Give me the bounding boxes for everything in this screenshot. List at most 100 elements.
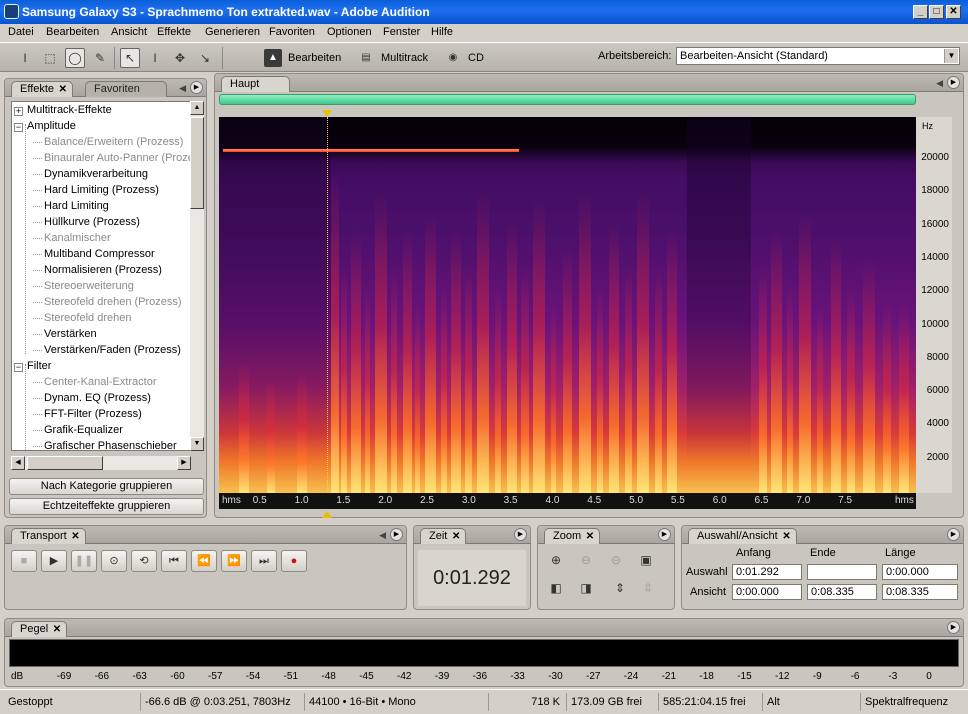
scroll-thumb[interactable] <box>190 117 204 209</box>
zoom-out-vertical-icon[interactable]: ⇳ <box>638 578 658 598</box>
tree-item[interactable]: Hüllkurve (Prozess) <box>33 214 140 230</box>
play-button[interactable]: ▶ <box>41 550 67 572</box>
overview-bar[interactable] <box>219 94 916 105</box>
panel-collapse-icon[interactable]: ◀ <box>379 530 386 541</box>
menu-effekte[interactable]: Effekte <box>157 25 191 40</box>
stop-button[interactable]: ■ <box>11 550 37 572</box>
close-icon[interactable]: ✕ <box>59 82 67 97</box>
close-icon[interactable]: ✕ <box>586 529 594 544</box>
panel-menu-icon[interactable]: ▶ <box>947 76 960 89</box>
effects-vscrollbar[interactable]: ▲ ▼ <box>190 101 204 451</box>
tree-item[interactable]: Kanalmischer <box>33 230 111 246</box>
go-to-end-button[interactable]: ⏭ <box>251 550 277 572</box>
panel-collapse-icon[interactable]: ◀ <box>936 78 943 89</box>
go-to-start-button[interactable]: ⏮ <box>161 550 187 572</box>
tree-item[interactable]: Dynamikverarbeitung <box>33 166 148 182</box>
panel-menu-icon[interactable]: ▶ <box>390 528 403 541</box>
close-button[interactable]: ✕ <box>946 5 961 19</box>
minimize-button[interactable]: _ <box>913 5 928 19</box>
tree-item[interactable]: Stereofeld drehen (Prozess) <box>33 294 182 310</box>
tab-pegel[interactable]: Pegel ✕ <box>11 621 68 637</box>
tree-item[interactable]: Grafik-Equalizer <box>33 422 123 438</box>
tree-item[interactable]: Hard Limiting <box>33 198 109 214</box>
tree-item[interactable]: Grafischer Phasenschieber <box>33 438 177 450</box>
lasso-tool-icon[interactable]: ◯ <box>65 48 85 68</box>
multitrack-view-button[interactable]: ▤ Multitrack <box>355 47 428 69</box>
tab-zoom[interactable]: Zoom ✕ <box>544 528 601 544</box>
menu-bearbeiten[interactable]: Bearbeiten <box>46 25 99 40</box>
tab-haupt[interactable]: Haupt <box>221 76 291 92</box>
menu-optionen[interactable]: Optionen <box>327 25 372 40</box>
group-realtime-button[interactable]: Echtzeiteffekte gruppieren <box>9 498 204 515</box>
panel-menu-icon[interactable]: ▶ <box>658 528 671 541</box>
tree-item[interactable]: Binauraler Auto-Panner (Prozess) <box>32 150 193 166</box>
close-icon[interactable]: ✕ <box>782 529 790 544</box>
group-by-category-button[interactable]: Nach Kategorie gruppieren <box>9 478 204 495</box>
tree-item[interactable]: FFT-Filter (Prozess) <box>33 406 142 422</box>
panel-menu-icon[interactable]: ▶ <box>514 528 527 541</box>
zoom-in-amplitude-icon[interactable]: ⊕ <box>546 550 566 570</box>
tree-item[interactable]: Verstärken/Faden (Prozess) <box>33 342 181 358</box>
menu-ansicht[interactable]: Ansicht <box>111 25 147 40</box>
view-start-field[interactable]: 0:00.000 <box>732 584 802 600</box>
close-icon[interactable]: ✕ <box>71 529 79 544</box>
tree-item[interactable]: Stereofeld drehen <box>32 310 131 326</box>
time-ruler[interactable]: hms hms 0.5 1.0 1.5 2.0 2.5 3.0 3.5 4.0 4.5 5.0 5.… <box>219 493 916 509</box>
menu-favoriten[interactable]: Favoriten <box>269 25 315 40</box>
menu-fenster[interactable]: Fenster <box>383 25 420 40</box>
scroll-right-icon[interactable]: ▶ <box>177 456 191 470</box>
playhead-marker-bottom[interactable] <box>322 511 333 518</box>
tree-category[interactable]: − Amplitude <box>14 118 76 134</box>
cursor-tool-icon[interactable]: I <box>145 48 165 68</box>
pause-button[interactable]: ❚❚ <box>71 550 97 572</box>
view-end-field[interactable]: 0:08.335 <box>807 584 877 600</box>
cd-view-button[interactable]: ◉ CD <box>442 47 484 69</box>
effects-brush-tool-icon[interactable]: ✎ <box>90 48 110 68</box>
marquee-tool-icon[interactable]: ⬚ <box>40 48 60 68</box>
menu-datei[interactable]: Datei <box>8 25 34 40</box>
tree-category[interactable]: − Filter <box>14 358 51 374</box>
tab-transport[interactable]: Transport ✕ <box>11 528 86 544</box>
scroll-up-icon[interactable]: ▲ <box>190 101 204 115</box>
tree-item[interactable]: Dynam. EQ (Prozess) <box>33 390 151 406</box>
play-to-end-button[interactable]: ⊙ <box>101 550 127 572</box>
tree-item[interactable]: Normalisieren (Prozess) <box>33 262 162 278</box>
tab-zeit[interactable]: Zeit ✕ <box>420 528 467 544</box>
hscroll-thumb[interactable] <box>27 456 103 470</box>
collapse-icon[interactable]: − <box>14 123 23 132</box>
effects-hscrollbar[interactable]: ◀ ▶ <box>11 456 191 470</box>
tree-item[interactable]: Center-Kanal-Extractor <box>33 374 157 390</box>
zoom-left-edge-icon[interactable]: ◧ <box>546 578 566 598</box>
zoom-selection-icon[interactable]: ▣ <box>636 550 656 570</box>
record-button[interactable]: ● <box>281 550 307 572</box>
menu-hilfe[interactable]: Hilfe <box>431 25 453 40</box>
tab-auswahl-ansicht[interactable]: Auswahl/Ansicht ✕ <box>688 528 797 544</box>
selection-end-field[interactable] <box>807 564 877 580</box>
tree-item[interactable]: Verstärken <box>33 326 97 342</box>
move-tool-icon[interactable]: ↖ <box>120 48 140 68</box>
zoom-out-amplitude-icon[interactable]: ⊖ <box>576 550 596 570</box>
zoom-out-full-icon[interactable]: ⊝ <box>606 550 626 570</box>
tree-item[interactable]: Hard Limiting (Prozess) <box>33 182 159 198</box>
zoom-right-edge-icon[interactable]: ◨ <box>576 578 596 598</box>
tree-item[interactable]: Stereoerweiterung <box>33 278 134 294</box>
loop-button[interactable]: ⟲ <box>131 550 157 572</box>
rewind-button[interactable]: ⏪ <box>191 550 217 572</box>
panel-menu-icon[interactable]: ▶ <box>190 81 203 94</box>
selection-length-field[interactable]: 0:00.000 <box>882 564 958 580</box>
tab-favoriten[interactable]: Favoriten <box>85 81 167 97</box>
zoom-in-vertical-icon[interactable]: ⇕ <box>610 578 630 598</box>
menu-generieren[interactable]: Generieren <box>205 25 260 40</box>
workspace-select[interactable]: Bearbeiten-Ansicht (Standard) ▼ <box>676 47 960 65</box>
close-icon[interactable]: ✕ <box>53 622 61 637</box>
scrub-tool-icon[interactable]: ↘ <box>195 48 215 68</box>
hybrid-tool-icon[interactable]: ✥ <box>170 48 190 68</box>
spectral-display[interactable] <box>219 117 916 493</box>
fast-forward-button[interactable]: ⏩ <box>221 550 247 572</box>
tree-item[interactable]: Multiband Compressor <box>33 246 155 262</box>
maximize-button[interactable]: □ <box>929 5 944 19</box>
view-length-field[interactable]: 0:08.335 <box>882 584 958 600</box>
panel-menu-icon[interactable]: ▶ <box>947 621 960 634</box>
time-selection-tool-icon[interactable]: I <box>15 48 35 68</box>
edit-view-button[interactable]: ▲ Bearbeiten <box>262 47 341 69</box>
